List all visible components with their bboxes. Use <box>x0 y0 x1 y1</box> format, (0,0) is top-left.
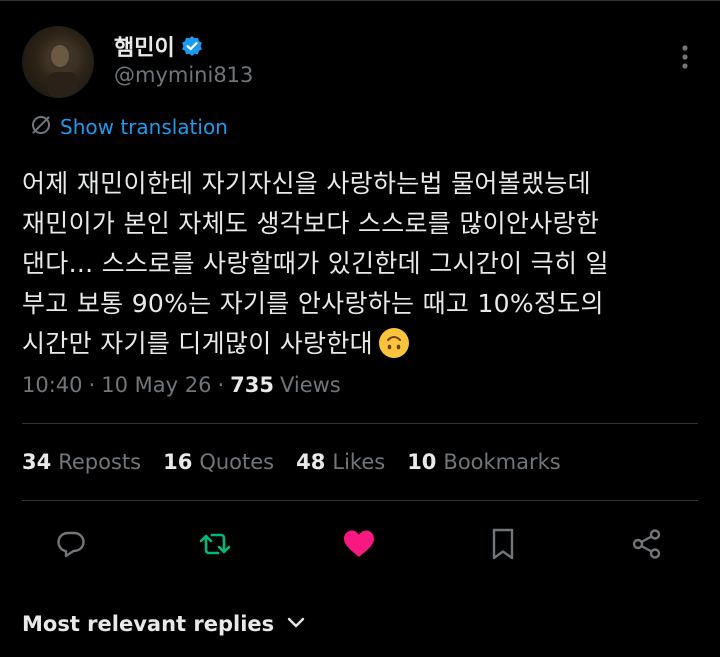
share-button[interactable] <box>627 524 667 564</box>
display-name[interactable]: 햄민이 <box>114 30 175 62</box>
likes-stat[interactable]: 48 Likes <box>296 450 385 474</box>
reposts-label: Reposts <box>58 450 142 474</box>
tweet-line: 시간만 자기를 디게많이 사랑한대 <box>22 329 373 358</box>
quotes-count: 16 <box>163 450 193 474</box>
repost-button[interactable] <box>195 524 235 564</box>
bookmark-icon <box>492 528 514 560</box>
divider <box>22 500 698 501</box>
views-label: Views <box>279 373 341 397</box>
chevron-down-icon <box>286 615 306 634</box>
engagement-stats: 34 Reposts 16 Quotes 48 Likes 10 Bookmar… <box>22 450 561 474</box>
share-icon <box>632 529 661 559</box>
reply-button[interactable] <box>51 524 91 564</box>
tweet-line: 재민이가 본인 자체도 생각보다 스스로를 많이안사랑한 <box>22 209 600 238</box>
avatar[interactable] <box>22 26 94 98</box>
likes-label: Likes <box>332 450 386 474</box>
divider <box>22 423 698 424</box>
upside-down-face-icon <box>378 328 409 358</box>
action-bar <box>0 524 720 564</box>
bookmark-button[interactable] <box>483 524 523 564</box>
repost-icon <box>199 533 231 555</box>
reply-sort-dropdown[interactable]: Most relevant replies <box>22 612 306 636</box>
tweet-time[interactable]: 10:40 <box>22 373 83 397</box>
reply-sort-label: Most relevant replies <box>22 612 275 636</box>
reposts-count: 34 <box>22 450 52 474</box>
tweet-line: 부고 보통 90%는 자기를 안사랑하는 때고 10%정도의 <box>22 289 604 318</box>
translate-icon <box>30 114 52 140</box>
quotes-label: Quotes <box>199 450 275 474</box>
bookmarks-count: 10 <box>407 450 437 474</box>
tweet-line: 어제 재민이한테 자기자신을 사랑하는법 물어볼랬능데 <box>22 169 591 198</box>
show-translation-button[interactable]: Show translation <box>30 114 228 140</box>
show-translation-label[interactable]: Show translation <box>60 115 228 139</box>
likes-count: 48 <box>296 450 326 474</box>
avatar-image <box>48 42 78 98</box>
tweet-text: 어제 재민이한테 자기자신을 사랑하는법 물어볼랬능데 재민이가 본인 자체도 … <box>22 164 702 364</box>
meta-separator: · <box>217 373 225 397</box>
like-button[interactable] <box>339 524 379 564</box>
author-name-row[interactable]: 햄민이 <box>114 30 203 62</box>
tweet-last-line: 시간만 자기를 디게많이 사랑한대 <box>22 324 702 364</box>
tweet-meta: 10:40 · 10 May 26 · 735 Views <box>22 373 341 397</box>
reply-icon <box>57 531 85 558</box>
views-count: 735 <box>230 373 274 397</box>
tweet-line: 댄다... 스스로를 사랑할때가 있긴한데 그시간이 극히 일 <box>22 249 609 278</box>
bookmarks-label: Bookmarks <box>443 450 561 474</box>
user-handle[interactable]: @mymini813 <box>114 63 253 87</box>
verified-badge-icon <box>181 35 203 57</box>
quotes-stat[interactable]: 16 Quotes <box>163 450 274 474</box>
top-divider <box>0 0 720 1</box>
heart-icon <box>344 530 374 557</box>
meta-separator: · <box>88 373 96 397</box>
bookmarks-stat[interactable]: 10 Bookmarks <box>407 450 561 474</box>
tweet-date[interactable]: 10 May 26 <box>101 373 211 397</box>
reposts-stat[interactable]: 34 Reposts <box>22 450 141 474</box>
more-options-icon[interactable] <box>676 44 694 70</box>
